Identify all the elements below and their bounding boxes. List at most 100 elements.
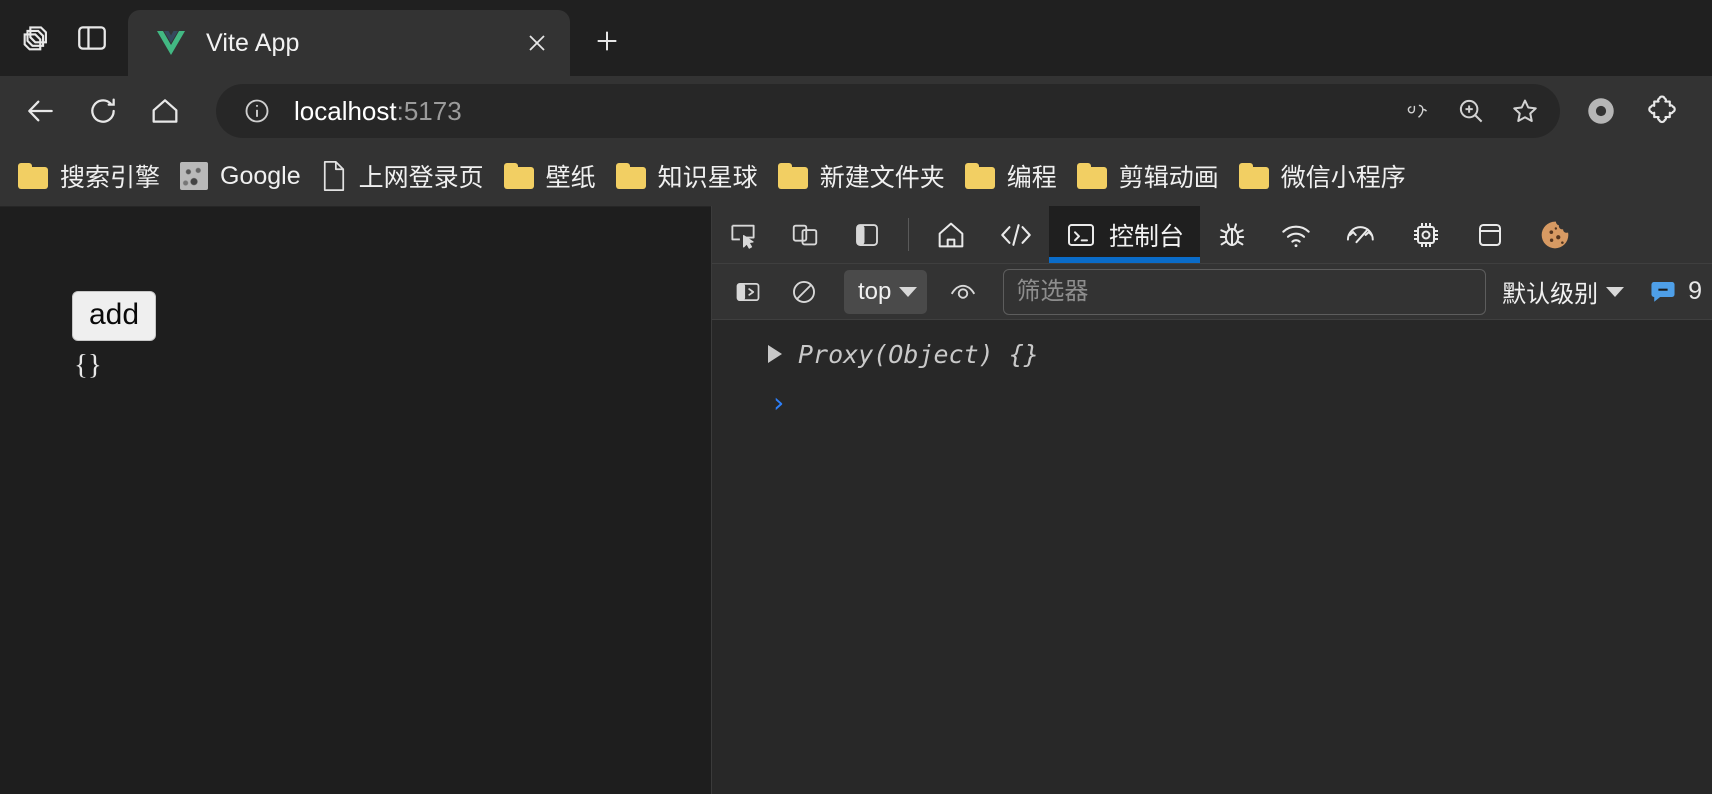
memory-chip-icon (1414, 222, 1439, 247)
log-level-selector[interactable]: 默认级别 (1496, 270, 1630, 314)
bookmark-label: 新建文件夹 (819, 164, 945, 192)
zoom-in-icon[interactable] (1446, 86, 1496, 136)
bookmark-label: Google (220, 161, 301, 190)
console-icon (1068, 223, 1094, 246)
browser-window: Vite App localhost:5173 搜索引擎 Google 上网登录… (0, 0, 1712, 794)
home-icon (938, 222, 964, 247)
bookmark-label: 编程 (1006, 164, 1057, 192)
page-object-output: {} (74, 349, 102, 381)
bookmark-item[interactable]: Google (170, 153, 311, 199)
url-port: :5173 (396, 95, 462, 126)
tab-console-label: 控制台 (1109, 222, 1185, 251)
page-icon (321, 160, 347, 192)
tab-copilot-icon[interactable] (8, 10, 64, 66)
bookmarks-bar: 搜索引擎 Google 上网登录页 壁纸 知识星球 新建文件夹 编程 剪辑动画 … (0, 146, 1712, 206)
tab-console[interactable]: 控制台 (1049, 206, 1201, 263)
performance-gauge-icon (1346, 225, 1374, 243)
console-message-row[interactable]: Proxy(Object) {} (712, 332, 1712, 376)
bookmark-label: 搜索引擎 (60, 164, 161, 192)
home-icon[interactable] (138, 84, 192, 138)
cookie-icon (1541, 221, 1569, 248)
url-host: localhost (294, 95, 397, 126)
read-aloud-icon[interactable] (1392, 86, 1442, 136)
bookmark-label: 微信小程序 (1280, 164, 1406, 192)
console-message-text: Proxy(Object) {} (798, 339, 1039, 369)
tab-memory[interactable] (1394, 206, 1458, 263)
bookmark-label: 壁纸 (545, 164, 596, 192)
tab-split-screen-icon[interactable] (64, 10, 120, 66)
issues-bubble-icon (1651, 281, 1675, 302)
inspect-element-icon[interactable] (712, 206, 774, 263)
add-button[interactable]: add (72, 291, 157, 341)
expand-triangle-icon[interactable] (768, 345, 782, 363)
bookmark-item[interactable]: 新建文件夹 (768, 153, 955, 199)
chevron-down-icon (1606, 286, 1625, 297)
address-bar-url: localhost:5173 (294, 96, 1388, 127)
tab-elements[interactable] (983, 206, 1049, 263)
execution-context-selector[interactable]: top (844, 269, 928, 314)
application-panel-icon (1479, 223, 1502, 246)
tab-title: Vite App (206, 28, 300, 57)
eye-live-expression-icon[interactable] (937, 270, 989, 314)
content-area: add {} 控制台 top 筛选器 默认级别 9 Proxy(Object) … (0, 206, 1712, 794)
bookmark-item[interactable]: 上网登录页 (311, 153, 494, 199)
folder-icon (1076, 163, 1107, 189)
profile-avatar-icon[interactable] (1574, 84, 1628, 138)
tab-network[interactable] (1264, 206, 1328, 263)
chevron-down-icon (899, 286, 918, 297)
bookmark-item[interactable]: 搜索引擎 (8, 153, 170, 199)
tab-performance[interactable] (1328, 206, 1394, 263)
browser-tab[interactable]: Vite App (128, 10, 570, 76)
info-circle-icon[interactable] (238, 92, 276, 130)
folder-icon (777, 163, 808, 189)
console-prompt[interactable]: › (712, 376, 1712, 419)
favorite-star-icon[interactable] (1500, 86, 1550, 136)
reload-icon[interactable] (76, 84, 130, 138)
site-favicon (180, 162, 209, 190)
tab-strip: Vite App (0, 0, 1712, 76)
bookmark-item[interactable]: 剪辑动画 (1067, 153, 1229, 199)
bookmark-item[interactable]: 微信小程序 (1229, 153, 1416, 199)
bookmark-item[interactable]: 壁纸 (494, 153, 606, 199)
console-filter-bar: top 默认级别 (712, 264, 1712, 320)
folder-icon (503, 163, 534, 189)
issues-counter[interactable]: 9 (1648, 277, 1702, 306)
toolbar-divider (908, 218, 909, 251)
code-elements-icon (1001, 223, 1031, 246)
device-toolbar-icon[interactable] (774, 206, 836, 263)
bookmark-item[interactable]: 知识星球 (606, 153, 768, 199)
new-tab-button[interactable] (584, 18, 630, 64)
toolbar-right-actions (1574, 84, 1698, 138)
folder-icon (964, 163, 995, 189)
log-level-label: 默认级别 (1502, 281, 1599, 308)
bookmark-label: 知识星球 (657, 164, 758, 192)
devtools-panel: 控制台 top 筛选器 默认级别 9 Proxy(Object) {} › (711, 206, 1712, 794)
page-viewport: add {} (0, 206, 711, 794)
folder-icon (18, 163, 48, 189)
tab-application[interactable] (1458, 206, 1522, 263)
bookmark-label: 上网登录页 (358, 164, 484, 192)
close-icon[interactable] (518, 24, 556, 62)
clear-console-icon[interactable] (778, 270, 830, 314)
back-arrow-icon[interactable] (14, 84, 68, 138)
folder-icon (1238, 163, 1269, 189)
console-filter-input[interactable] (1003, 268, 1487, 315)
folder-icon (615, 163, 646, 189)
vue-logo-icon (154, 26, 188, 60)
execution-context-label: top (858, 277, 892, 305)
dock-side-icon[interactable] (836, 206, 898, 263)
address-bar[interactable]: localhost:5173 (216, 84, 1560, 138)
extensions-puzzle-icon[interactable] (1636, 84, 1690, 138)
navigation-toolbar: localhost:5173 (0, 76, 1712, 146)
tab-welcome[interactable] (919, 206, 983, 263)
bookmark-item[interactable]: 编程 (955, 153, 1067, 199)
prompt-arrow-icon: › (770, 386, 787, 419)
tab-privacy[interactable] (1522, 206, 1588, 263)
console-output[interactable]: Proxy(Object) {} › (712, 320, 1712, 794)
network-wifi-icon (1282, 225, 1310, 247)
console-sidebar-icon[interactable] (722, 270, 774, 314)
issues-count: 9 (1688, 277, 1702, 305)
tab-sources[interactable] (1200, 206, 1264, 263)
bookmark-label: 剪辑动画 (1118, 164, 1219, 192)
devtools-tab-bar: 控制台 (712, 206, 1712, 264)
